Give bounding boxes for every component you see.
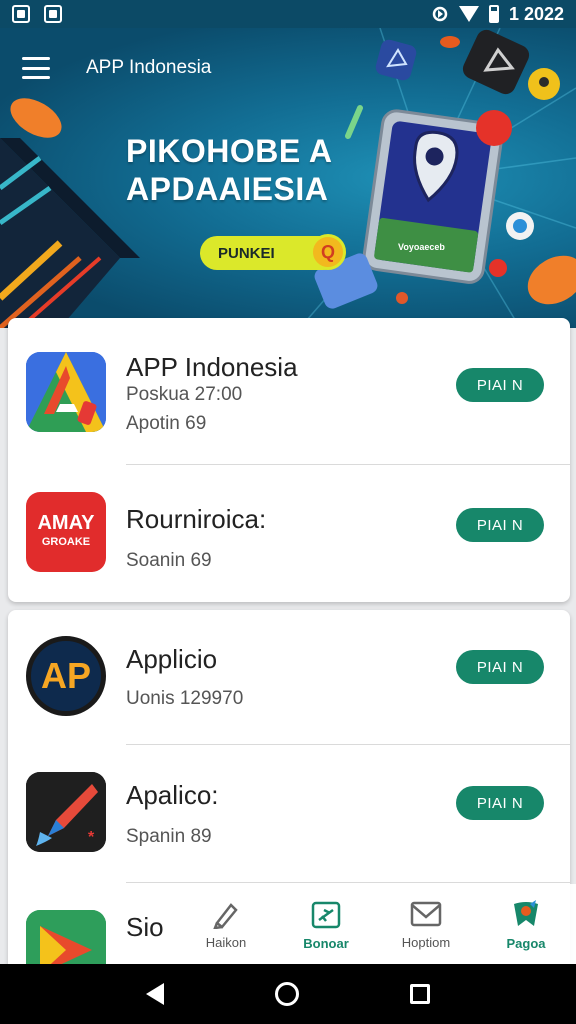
nav-item-hoptiom[interactable]: Hoptiom [376, 884, 476, 964]
app-meta-line2: Soanin 69 [126, 550, 212, 571]
menu-icon[interactable] [22, 57, 50, 79]
nav-item-haikon[interactable]: Haikon [176, 884, 276, 964]
app-list-item[interactable]: * Apalico: Spanin 89 PIAI N [8, 744, 570, 882]
badge-icon [514, 899, 538, 926]
amay-logo-text: AMAY [37, 512, 95, 534]
tile-text: Voyoaeceb [398, 242, 445, 252]
status-bar: 1 2022 [0, 0, 576, 28]
photo-notification-icon [44, 5, 62, 23]
a-triangle-icon [26, 352, 106, 432]
app-bar: APP Indonesia [0, 28, 576, 108]
app-list-item[interactable]: AMAY GROAKE Rourniroica: Soanin 69 PIAI … [8, 464, 570, 602]
sync-icon [432, 6, 448, 22]
nav-item-bonoar[interactable]: Bonoar [276, 884, 376, 964]
app-list-item[interactable]: APP Indonesia Poskua 27:00 Apotin 69 PIA… [8, 318, 570, 456]
back-icon[interactable] [145, 983, 164, 1005]
svg-text:*: * [88, 829, 95, 846]
app-list-item[interactable]: AP Applicio Uonis 129970 PIAI N [8, 610, 570, 748]
hero-headline: PIKOHOBE A APDAAIESIA [126, 132, 333, 208]
hero-headline-line1: PIKOHOBE A [126, 133, 333, 169]
amay-logo-subtext: GROAKE [41, 536, 91, 548]
battery-icon [488, 5, 499, 23]
app-meta-line2: Uonis 129970 [126, 688, 244, 709]
home-icon[interactable] [274, 982, 299, 1006]
hero-banner[interactable]: Voyoaeceb APP Indonesia PIKOHOBE A APDAA… [0, 28, 576, 328]
install-button[interactable]: PIAI N [456, 786, 544, 820]
app-title-text: Apalico: [126, 780, 219, 810]
app-meta-line2: Apotin 69 [126, 413, 207, 434]
ap-circle-icon: AP [26, 636, 106, 716]
install-button[interactable]: PIAI N [456, 650, 544, 684]
app-list-card: APP Indonesia Poskua 27:00 Apotin 69 PIA… [8, 318, 570, 602]
app-title-text: APP Indonesia [126, 352, 298, 382]
hero-headline-line2: APDAAIESIA [126, 171, 329, 207]
nav-item-pagoa[interactable]: Pagoa [476, 884, 576, 964]
notification-icon [12, 5, 30, 23]
bottom-nav: Haikon Bonoar Hoptiom Pagoa [176, 884, 576, 964]
play-triangle-icon [26, 910, 106, 970]
app-title-text: Sio [126, 912, 164, 942]
app-meta-line2: Spanin 89 [126, 826, 212, 847]
app-title: APP Indonesia [86, 57, 212, 78]
app-meta-line1: Poskua 27:00 [126, 384, 243, 405]
hero-cta-badge-icon: Q [310, 234, 346, 270]
app-title-text: Rourniroica: [126, 504, 267, 534]
system-nav-bar [0, 964, 576, 1024]
mail-icon [410, 901, 442, 926]
install-button[interactable]: PIAI N [456, 368, 544, 402]
nav-label: Hoptiom [401, 934, 451, 950]
ap-icon-text: AP [40, 655, 91, 696]
airplane-icon [311, 901, 341, 928]
install-button[interactable]: PIAI N [456, 508, 544, 542]
nav-label: Bonoar [303, 935, 349, 951]
nav-label: Haikon [205, 934, 247, 950]
status-time: 1 2022 [508, 3, 564, 24]
hero-cta-label: PUNKEI [218, 244, 275, 262]
wifi-icon [458, 6, 479, 22]
amay-logo-icon: AMAY GROAKE [26, 492, 106, 572]
app-title-text: Applicio [126, 644, 218, 674]
pen-icon [213, 902, 238, 929]
hero-cta-button[interactable]: PUNKEI Q [200, 234, 346, 270]
rocket-icon: * [26, 772, 106, 852]
recent-apps-icon[interactable] [410, 984, 431, 1004]
nav-label: Pagoa [506, 935, 546, 951]
